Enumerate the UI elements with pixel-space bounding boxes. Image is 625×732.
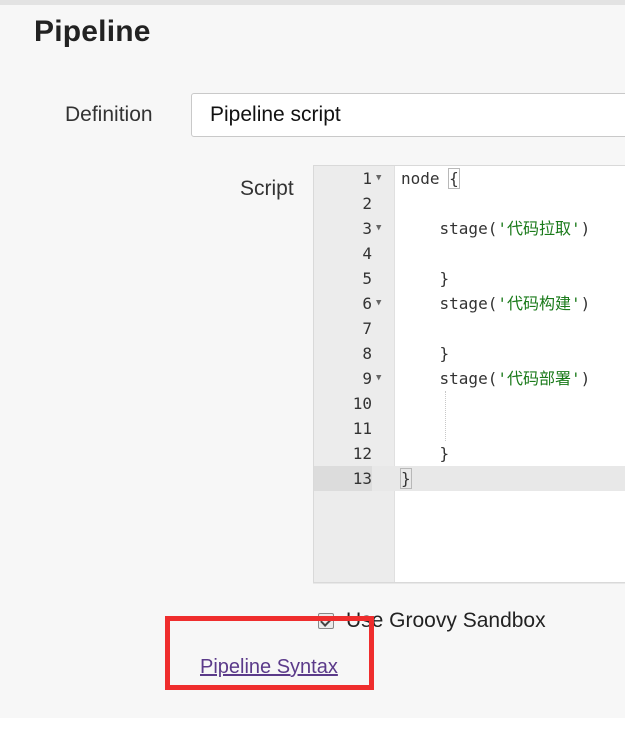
code-line: 3 ▼ stage('代码拉取') [314,216,625,241]
line-number: 3 [362,219,372,238]
line-number: 5 [362,269,372,288]
line-number: 7 [362,319,372,338]
code-line: 10 [314,391,625,416]
code-text: } [400,466,412,491]
code-line: 5 } [314,266,625,291]
sandbox-label: Use Groovy Sandbox [346,609,546,632]
code-line: 6 ▼ stage('代码构建') [314,291,625,316]
code-line: 4 [314,241,625,266]
indent-guide [445,391,446,441]
line-number: 13 [314,466,372,491]
fold-arrow-icon[interactable]: ▼ [376,166,386,191]
line-number: 10 [352,394,372,413]
script-editor[interactable]: 1 ▼ node {2 3 ▼ stage('代码拉取') 4 5 } 6 ▼ stage('代… [313,165,625,583]
fold-arrow-icon[interactable]: ▼ [376,216,386,241]
code-line: 7 [314,316,625,341]
code-line: 1 ▼ node { [314,166,625,191]
section-title: Pipeline [34,15,151,48]
code-text: node { [401,168,460,189]
line-number: 8 [362,344,372,363]
string-literal: '代码部署' [497,369,581,388]
code-text: stage('代码构建') [401,294,591,313]
script-label: Script [240,177,294,200]
string-literal: '代码构建' [497,294,581,313]
matched-brace: { [448,168,460,189]
code-text: } [401,444,450,463]
line-number: 12 [352,444,372,463]
line-number: 1 [362,169,372,188]
annotation-highlight-box [165,616,374,690]
pipeline-section: Pipeline Definition Pipeline script Scri… [0,5,625,718]
code-line: 8 } [314,341,625,366]
code-text: stage('代码部署') [401,369,591,388]
line-number: 9 [362,369,372,388]
definition-label: Definition [65,103,153,126]
code-line: 9 ▼ stage('代码部署') [314,366,625,391]
code-text: stage('代码拉取') [401,219,591,238]
code-line: 11 [314,416,625,441]
definition-selected-value: Pipeline script [210,103,341,126]
line-number: 11 [352,419,372,438]
line-number: 6 [362,294,372,313]
string-literal: '代码拉取' [497,219,581,238]
code-text: } [401,269,450,288]
line-number: 4 [362,244,372,263]
bottom-strip [0,718,625,732]
matched-brace: } [400,468,412,489]
definition-select[interactable]: Pipeline script [191,93,625,137]
code-text: } [401,344,450,363]
code-line: 2 [314,191,625,216]
fold-arrow-icon[interactable]: ▼ [376,366,386,391]
line-number: 2 [362,194,372,213]
code-line: 12 } [314,441,625,466]
code-line: 13} [314,466,625,491]
fold-arrow-icon[interactable]: ▼ [376,291,386,316]
